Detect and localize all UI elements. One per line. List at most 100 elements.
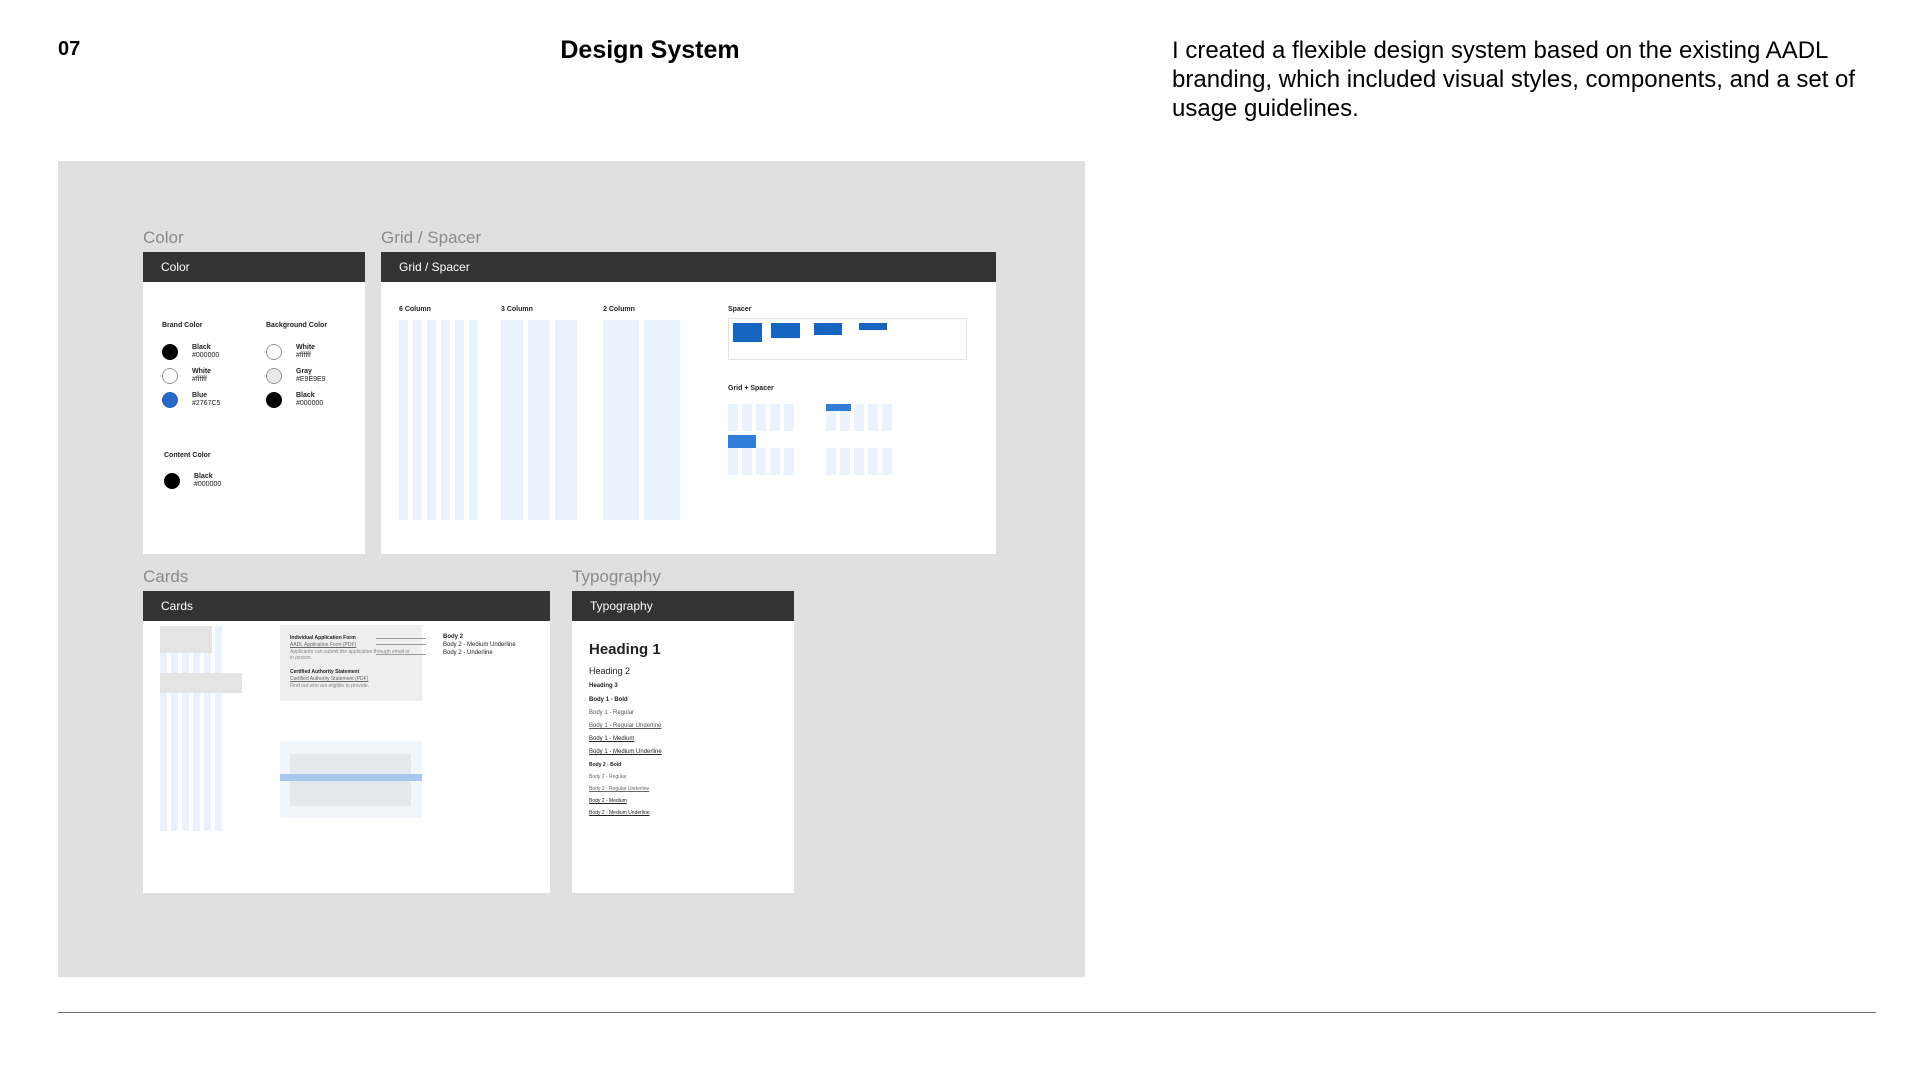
page-description: I created a flexible design system based…	[1172, 37, 1856, 122]
grid-column	[728, 448, 738, 475]
grid-column	[840, 448, 850, 475]
grid-column	[826, 448, 836, 475]
swatch-label: Gray	[296, 368, 312, 375]
grid-column	[204, 626, 211, 831]
grid-column	[160, 626, 167, 831]
grid-column	[742, 448, 752, 475]
grid-column	[399, 320, 408, 520]
form-card-title: Individual Application Form	[290, 635, 356, 641]
grid-card: Grid / Spacer 6 Column 3 Column 2 Column…	[381, 252, 996, 554]
two-column-label: 2 Column	[603, 306, 635, 313]
grid-column	[501, 320, 523, 520]
grid-column	[644, 320, 680, 520]
annotation-label: Body 2	[443, 634, 464, 640]
grid-column	[469, 320, 478, 520]
type-sample-heading2: Heading 2	[589, 666, 631, 676]
grid-column	[854, 448, 864, 475]
spacer-frame	[728, 318, 967, 360]
card-layout-guide	[280, 774, 422, 781]
grid-column	[528, 320, 550, 520]
grid-column	[182, 626, 189, 831]
grid-spacer-block	[728, 435, 756, 448]
swatch-bg-gray	[266, 368, 282, 384]
grid-column	[882, 404, 892, 431]
type-sample-body: Body 1 - Medium Underline	[589, 749, 662, 755]
page-number: 07	[58, 38, 81, 60]
swatch-label: White	[296, 344, 316, 351]
grid-column	[854, 404, 864, 431]
six-column-label: 6 Column	[399, 306, 431, 313]
sample-form-card: Individual Application Form AADL Applica…	[280, 625, 422, 701]
swatch-content-black	[164, 473, 180, 489]
swatch-hex: #ffffff	[192, 376, 207, 383]
type-sample-heading3: Heading 3	[589, 683, 618, 689]
type-sample-body: Body 1 - Medium	[589, 736, 635, 742]
grid-card-header: Grid / Spacer	[381, 252, 996, 282]
grid-column	[555, 320, 577, 520]
cards-section-label: Cards	[143, 567, 189, 586]
spacer-swatch-md	[814, 323, 842, 335]
grid-column	[728, 404, 738, 431]
grid-column	[455, 320, 464, 520]
form-card-note: Applicants can submit the application th…	[290, 649, 410, 661]
grid-section-label: Grid / Spacer	[381, 228, 482, 247]
spacer-swatch-xl	[733, 323, 762, 342]
type-sample-body: Body 1 - Bold	[589, 697, 628, 703]
grid-column	[171, 626, 178, 831]
statement-card-link[interactable]: Certified Authority Statement (PDF)	[290, 676, 368, 682]
annotation-label: Body 2 - Medium Underline	[443, 642, 516, 648]
swatch-brand-blue	[162, 392, 178, 408]
type-sample-body: Body 2 - Medium	[589, 798, 627, 804]
grid-column	[882, 448, 892, 475]
cards-card: Cards Individual Application Form AADL A…	[143, 591, 550, 893]
annotation-line	[376, 644, 426, 645]
type-sample-body: Body 2 - Regular	[589, 774, 627, 780]
typography-section-label: Typography	[572, 567, 661, 586]
content-color-title: Content Color	[164, 452, 211, 459]
spacer-label: Spacer	[728, 306, 752, 313]
typography-card-header: Typography	[572, 591, 794, 621]
swatch-hex: #2767C5	[192, 400, 221, 407]
grid-column	[742, 404, 752, 431]
card-preview-mini	[160, 673, 242, 693]
annotation-line	[376, 654, 426, 655]
cards-card-header: Cards	[143, 591, 550, 621]
grid-column	[193, 626, 200, 831]
three-column-label: 3 Column	[501, 306, 533, 313]
color-card-header: Color	[143, 252, 365, 282]
swatch-hex: #E9E9E9	[296, 376, 326, 383]
spacer-swatch-lg	[771, 323, 800, 338]
annotation-line	[376, 638, 426, 639]
statement-card-note: Find out who are eligible to provide.	[290, 683, 369, 689]
grid-column	[603, 320, 639, 520]
background-color-title: Background Color	[266, 322, 328, 329]
grid-column	[868, 448, 878, 475]
swatch-bg-white	[266, 344, 282, 360]
swatch-brand-white	[162, 368, 178, 384]
grid-column	[756, 404, 766, 431]
form-card-link[interactable]: AADL Application Form (PDF)	[290, 642, 356, 648]
grid-column	[413, 320, 422, 520]
brand-color-title: Brand Color	[162, 322, 203, 329]
annotation-label: Body 2 - Underline	[443, 650, 493, 656]
grid-column	[868, 404, 878, 431]
type-sample-body: Body 2 - Regular Underline	[589, 786, 650, 792]
swatch-hex: #000000	[192, 352, 220, 359]
swatch-label: Black	[192, 344, 211, 351]
color-card: Color Brand Color Background Color Black…	[143, 252, 365, 554]
grid-column	[770, 404, 780, 431]
grid-column	[441, 320, 450, 520]
spacer-swatch-sm	[859, 323, 887, 330]
swatch-hex: #ffffff	[296, 352, 311, 359]
swatch-bg-black	[266, 392, 282, 408]
color-section-label: Color	[143, 228, 184, 247]
swatch-label: Black	[296, 392, 315, 399]
page-title: Design System	[560, 36, 740, 64]
grid-column	[784, 448, 794, 475]
typography-card: Typography Heading 1 Heading 2 Heading 3…	[572, 591, 794, 893]
swatch-label: Blue	[192, 392, 208, 399]
grid-column	[215, 626, 222, 831]
grid-column	[784, 404, 794, 431]
grid-column	[756, 448, 766, 475]
type-sample-heading1: Heading 1	[589, 641, 661, 658]
